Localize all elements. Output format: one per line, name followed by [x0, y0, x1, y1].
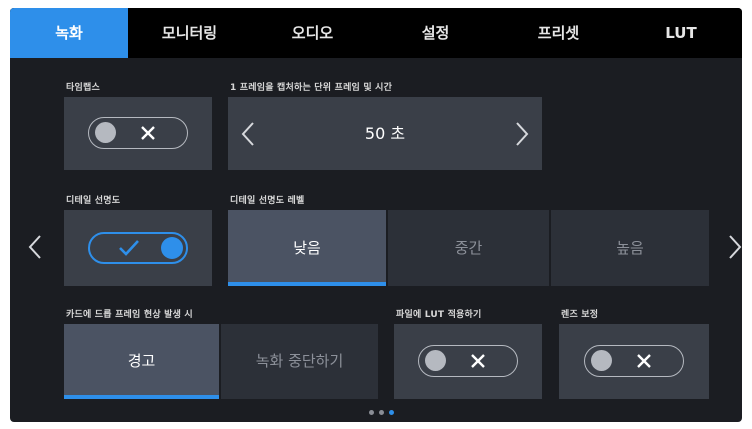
detail-label: 디테일 선명도	[66, 196, 121, 206]
previous-page-icon[interactable]	[28, 234, 42, 260]
dropped-frames-label: 카드에 드롭 프레임 현상 발생 시	[66, 310, 193, 320]
x-icon	[471, 354, 485, 368]
tab-setup[interactable]: 설정	[374, 8, 497, 58]
option-label: 중간	[454, 239, 483, 257]
dropped-frames-stop[interactable]: 녹화 중단하기	[221, 324, 378, 399]
timelapse-toggle[interactable]	[88, 117, 188, 149]
tab-lut[interactable]: LUT	[620, 8, 742, 58]
x-icon	[637, 354, 651, 368]
toggle-knob	[95, 122, 116, 143]
detail-level-high[interactable]: 높음	[551, 210, 709, 286]
lens-correction-panel[interactable]	[559, 324, 709, 399]
page-dot-1[interactable]	[369, 410, 374, 415]
capture-interval-label: 1 프레임을 캡처하는 단위 프레임 및 시간	[230, 83, 393, 93]
page-dot-3-active[interactable]	[389, 410, 394, 415]
page-dot-2[interactable]	[379, 410, 384, 415]
tab-record[interactable]: 녹화	[10, 8, 128, 58]
capture-interval-value: 50 초	[364, 124, 406, 143]
lens-correction-label: 렌즈 보정	[561, 310, 599, 320]
timelapse-panel[interactable]	[64, 97, 212, 170]
tab-bar: 녹화 모니터링 오디오 설정 프리셋 LUT	[10, 8, 742, 58]
apply-lut-label: 파일에 LUT 적용하기	[396, 310, 482, 320]
tab-audio[interactable]: 오디오	[251, 8, 374, 58]
detail-level-low[interactable]: 낮음	[228, 210, 386, 286]
apply-lut-toggle[interactable]	[418, 345, 518, 377]
capture-interval-panel: 50 초	[228, 97, 542, 170]
toggle-knob	[425, 350, 446, 371]
option-label: 녹화 중단하기	[255, 352, 344, 370]
apply-lut-panel[interactable]	[394, 324, 542, 399]
detail-level-label: 디테일 선명도 레벨	[230, 196, 305, 206]
toggle-knob	[161, 237, 183, 259]
lens-correction-toggle[interactable]	[584, 345, 684, 377]
dropped-frames-warn[interactable]: 경고	[64, 324, 219, 399]
timelapse-label: 타임랩스	[66, 83, 100, 93]
check-icon	[119, 240, 139, 256]
option-label: 낮음	[293, 239, 321, 257]
toggle-knob	[591, 350, 612, 371]
camera-menu-screen: 녹화 모니터링 오디오 설정 프리셋 LUT 타임랩스 1 프레임을 캡처하는 …	[10, 8, 742, 422]
detail-toggle[interactable]	[88, 232, 188, 264]
tab-presets[interactable]: 프리셋	[497, 8, 620, 58]
chevron-right-icon[interactable]	[514, 121, 530, 147]
selected-indicator	[228, 282, 386, 286]
option-label: 높음	[616, 239, 644, 257]
detail-level-medium[interactable]: 중간	[388, 210, 549, 286]
detail-panel[interactable]	[64, 210, 212, 286]
x-icon	[141, 126, 155, 140]
option-label: 경고	[127, 352, 156, 370]
tab-monitor[interactable]: 모니터링	[128, 8, 251, 58]
selected-indicator	[64, 395, 219, 399]
next-page-icon[interactable]	[728, 234, 742, 260]
